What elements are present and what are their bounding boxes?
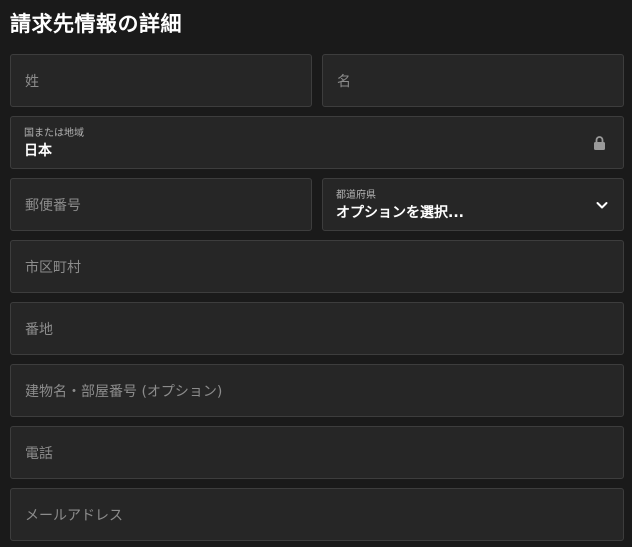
address-placeholder: 番地 <box>25 321 53 338</box>
country-field[interactable]: 国または地域 日本 <box>10 116 624 169</box>
billing-details-title: 請求先情報の詳細 <box>10 12 182 36</box>
last-name-field[interactable]: 姓 <box>10 54 312 107</box>
building-placeholder: 建物名・部屋番号 (オプション) <box>25 383 223 400</box>
email-field[interactable]: メールアドレス <box>10 488 624 541</box>
prefecture-select[interactable]: 都道府県 オプションを選択... <box>322 178 624 231</box>
chevron-down-icon <box>596 201 608 208</box>
city-field[interactable]: 市区町村 <box>10 240 624 293</box>
postal-code-placeholder: 郵便番号 <box>25 197 81 214</box>
phone-placeholder: 電話 <box>25 445 53 462</box>
city-placeholder: 市区町村 <box>25 259 81 276</box>
country-value: 日本 <box>24 143 52 159</box>
last-name-placeholder: 姓 <box>25 73 39 90</box>
first-name-field[interactable]: 名 <box>322 54 624 107</box>
postal-code-field[interactable]: 郵便番号 <box>10 178 312 231</box>
first-name-placeholder: 名 <box>337 73 351 90</box>
lock-icon <box>594 135 605 150</box>
address-field[interactable]: 番地 <box>10 302 624 355</box>
building-field[interactable]: 建物名・部屋番号 (オプション) <box>10 364 624 417</box>
phone-field[interactable]: 電話 <box>10 426 624 479</box>
country-label: 国または地域 <box>24 128 84 139</box>
prefecture-value: オプションを選択... <box>336 205 464 221</box>
email-placeholder: メールアドレス <box>25 507 123 524</box>
prefecture-label: 都道府県 <box>336 190 376 201</box>
